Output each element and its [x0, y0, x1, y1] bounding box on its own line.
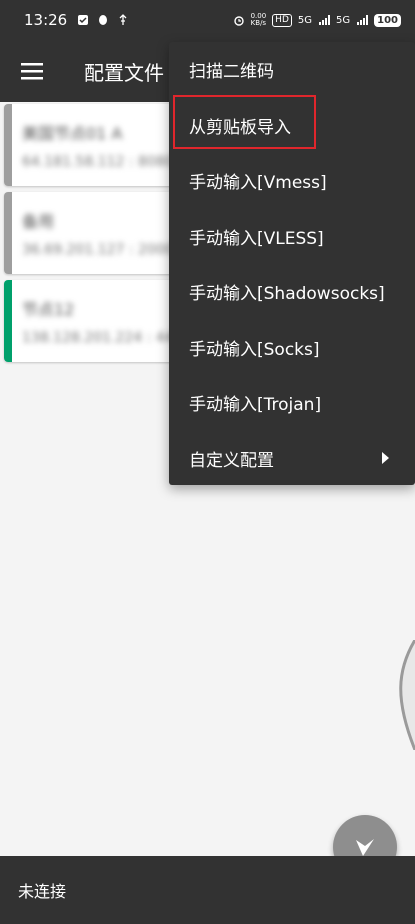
page-title: 配置文件	[84, 60, 164, 85]
app-screen: 13:26 0.00 KB/s HD 5G 5G 100 配置文件 美国节点01…	[0, 0, 415, 924]
menu-item-manual-vless[interactable]: 手动输入[VLESS]	[169, 209, 415, 265]
signal-5g-2: 5G	[336, 14, 351, 26]
menu-item-label: 手动输入[Socks]	[189, 339, 320, 360]
menu-item-manual-vmess[interactable]: 手动输入[Vmess]	[169, 153, 415, 209]
edge-wave-decoration	[399, 640, 415, 750]
server-name: 节点12	[22, 300, 75, 319]
server-name: 备用	[22, 212, 55, 231]
menu-item-scan-qrcode[interactable]: 扫描二维码	[169, 42, 415, 98]
notification-icon	[78, 15, 89, 25]
card-accent-active	[4, 280, 12, 362]
usb-icon	[119, 14, 127, 25]
server-address: 36.69.201.127 : 2000	[22, 242, 174, 258]
menu-item-label: 手动输入[Shadowsocks]	[189, 284, 385, 305]
menu-item-manual-trojan[interactable]: 手动输入[Trojan]	[169, 375, 415, 431]
submenu-arrow-icon	[382, 452, 389, 465]
menu-item-custom-config[interactable]: 自定义配置	[169, 431, 415, 487]
menu-item-manual-socks[interactable]: 手动输入[Socks]	[169, 320, 415, 376]
connection-status-bar[interactable]: 未连接	[0, 856, 415, 924]
overflow-menu: 扫描二维码 从剪贴板导入 手动输入[Vmess] 手动输入[VLESS] 手动输…	[169, 42, 415, 485]
server-address: 138.128.201.224 : 44	[22, 330, 174, 346]
card-accent	[4, 192, 12, 274]
status-time: 13:26	[24, 11, 68, 29]
signal-bars-icon-2	[357, 15, 369, 25]
card-accent	[4, 104, 12, 186]
server-address: 64.181.58.112 : 8080	[22, 154, 174, 170]
server-name: 美国节点01 A	[22, 124, 123, 143]
hd-badge: HD	[272, 13, 292, 27]
menu-item-import-clipboard[interactable]: 从剪贴板导入	[169, 98, 415, 154]
connection-status-text: 未连接	[18, 882, 67, 901]
network-speed: 0.00 KB/s	[250, 12, 267, 27]
menu-item-label: 自定义配置	[189, 450, 274, 471]
signal-5g-1: 5G	[297, 14, 312, 26]
menu-item-label: 扫描二维码	[189, 62, 274, 83]
menu-item-label: 手动输入[Vmess]	[189, 173, 327, 194]
menu-item-label: 手动输入[Trojan]	[189, 395, 322, 416]
status-bar: 13:26 0.00 KB/s HD 5G 5G 100	[0, 0, 415, 40]
menu-item-label: 从剪贴板导入	[189, 117, 291, 138]
hamburger-menu-icon[interactable]	[0, 40, 64, 102]
battery-indicator: 100	[374, 13, 401, 27]
menu-item-manual-shadowsocks[interactable]: 手动输入[Shadowsocks]	[169, 264, 415, 320]
alarm-icon	[233, 16, 244, 26]
menu-item-label: 手动输入[VLESS]	[189, 228, 324, 249]
signal-bars-icon	[319, 15, 330, 25]
qq-icon	[99, 15, 108, 25]
